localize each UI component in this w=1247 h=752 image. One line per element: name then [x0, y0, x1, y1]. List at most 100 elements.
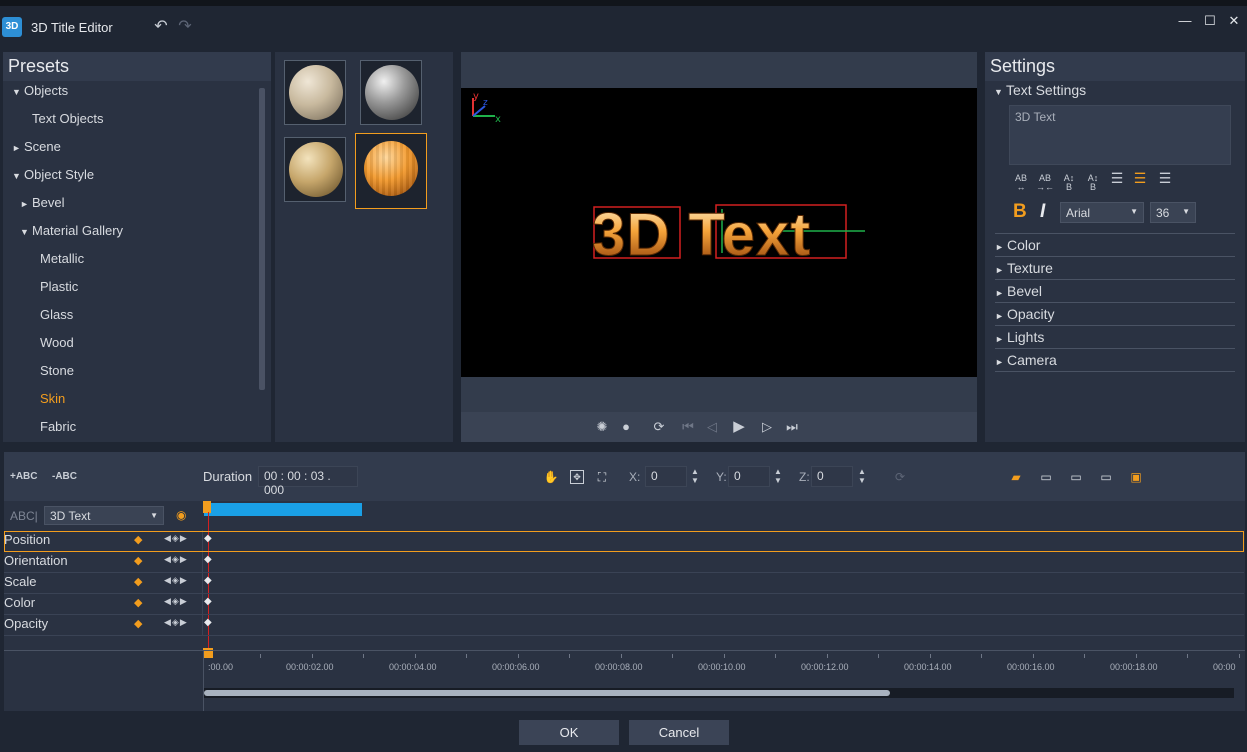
preset-item-object-style[interactable]: ▼ Object Style	[12, 167, 94, 182]
minimize-button[interactable]: —	[1176, 12, 1194, 30]
cancel-button[interactable]: Cancel	[629, 720, 729, 745]
view-front-icon[interactable]: ▰	[1008, 469, 1024, 485]
view-side-icon[interactable]: ▭	[1068, 469, 1084, 485]
object-dropdown[interactable]: 3D Text ▼	[44, 506, 164, 525]
playhead-top[interactable]	[203, 501, 211, 513]
axis-z-label: z	[483, 98, 488, 108]
section-camera[interactable]: ► Camera	[995, 349, 1235, 372]
bold-button[interactable]: B	[1013, 201, 1027, 223]
text-settings-label: Text Settings	[1006, 82, 1087, 98]
ok-button[interactable]: OK	[519, 720, 619, 745]
add-keyframe-icon[interactable]: ◆	[134, 554, 142, 567]
preset-item-bevel[interactable]: ► Bevel	[20, 195, 65, 210]
duration-field[interactable]: 00 : 00 : 03 . 000	[258, 466, 358, 497]
material-thumb-3[interactable]	[284, 137, 346, 202]
remove-text-button[interactable]: -ABC	[52, 471, 77, 482]
go-to-end-icon[interactable]: ⏭	[784, 419, 800, 435]
move-icon[interactable]: ✥	[570, 470, 584, 484]
preset-item-fabric[interactable]: Fabric	[40, 419, 76, 434]
font-dropdown[interactable]: Arial ▼	[1060, 202, 1144, 223]
align-right-icon[interactable]: ☰	[1156, 171, 1174, 185]
kerning-narrow-icon[interactable]: AB →←	[1036, 174, 1054, 192]
clip-bar[interactable]	[204, 503, 362, 516]
visibility-eye-icon[interactable]: ◉	[176, 508, 186, 522]
keyframe-nav-icon[interactable]: ◀◈▶	[164, 575, 188, 586]
presets-scrollbar[interactable]	[259, 88, 265, 390]
keyframe-marker[interactable]: ◆	[204, 617, 212, 628]
add-keyframe-icon[interactable]: ◆	[134, 596, 142, 609]
line-spacing-wide-icon[interactable]: A↕ B	[1060, 174, 1078, 192]
align-left-icon[interactable]: ☰	[1108, 171, 1126, 185]
section-lights[interactable]: ► Lights	[995, 326, 1235, 349]
track-opacity[interactable]: Opacity ◆ ◀◈▶ ◆	[4, 614, 1244, 636]
reset-icon[interactable]: ⟳	[892, 469, 908, 485]
keyframe-nav-icon[interactable]: ◀◈▶	[164, 596, 188, 607]
add-keyframe-icon[interactable]: ◆	[134, 575, 142, 588]
material-thumb-2[interactable]	[360, 60, 422, 125]
play-icon[interactable]: ▶	[731, 419, 747, 435]
text-settings-expander[interactable]: ▼ Text Settings	[994, 82, 1086, 98]
ruler-tick	[466, 654, 467, 658]
previous-frame-icon[interactable]: ◁	[704, 419, 720, 435]
z-field[interactable]: 0	[811, 466, 853, 487]
track-scale[interactable]: Scale ◆ ◀◈▶ ◆	[4, 572, 1244, 594]
app-icon: 3D	[2, 17, 22, 37]
view-perspective-icon[interactable]: ▭	[1098, 469, 1114, 485]
preview-3d-text[interactable]: 3D Text	[592, 201, 811, 269]
preset-item-plastic[interactable]: Plastic	[40, 279, 78, 294]
preset-item-skin[interactable]: Skin	[40, 391, 65, 406]
view-top-icon[interactable]: ▭	[1038, 469, 1054, 485]
italic-button[interactable]: I	[1040, 201, 1045, 223]
close-button[interactable]: ✕	[1225, 12, 1243, 30]
section-bevel[interactable]: ► Bevel	[995, 280, 1235, 303]
preset-item-text-objects[interactable]: Text Objects	[32, 111, 104, 126]
next-frame-icon[interactable]: ▷	[759, 419, 775, 435]
x-field[interactable]: 0	[645, 466, 687, 487]
sphere-icon[interactable]: ●	[618, 419, 634, 435]
maximize-button[interactable]: ☐	[1201, 12, 1219, 30]
size-dropdown[interactable]: 36 ▼	[1150, 202, 1196, 223]
y-spinner[interactable]: ▲ ▼	[774, 467, 782, 485]
line-spacing-narrow-icon[interactable]: A↕ B	[1084, 174, 1102, 192]
add-keyframe-icon[interactable]: ◆	[134, 617, 142, 630]
view-camera-icon[interactable]: ▣	[1128, 469, 1144, 485]
redo-icon[interactable]: ↷	[176, 18, 194, 36]
x-spinner[interactable]: ▲ ▼	[691, 467, 699, 485]
preset-item-metallic[interactable]: Metallic	[40, 251, 84, 266]
keyframe-marker[interactable]: ◆	[204, 596, 212, 607]
keyframe-marker[interactable]: ◆	[204, 554, 212, 565]
preset-item-glass[interactable]: Glass	[40, 307, 73, 322]
preset-item-wood[interactable]: Wood	[40, 335, 74, 350]
preview-canvas[interactable]: y x z 3D Text	[461, 88, 977, 377]
section-texture[interactable]: ► Texture	[995, 257, 1235, 280]
add-text-button[interactable]: +ABC	[10, 471, 38, 482]
section-label: Opacity	[1007, 306, 1055, 322]
track-orientation[interactable]: Orientation ◆ ◀◈▶ ◆	[4, 551, 1244, 573]
section-color[interactable]: ► Color	[995, 234, 1235, 257]
ruler-tick	[569, 654, 570, 658]
track-color[interactable]: Color ◆ ◀◈▶ ◆	[4, 593, 1244, 615]
preset-item-material-gallery[interactable]: ▼ Material Gallery	[20, 223, 123, 238]
loop-icon[interactable]: ⟳	[651, 419, 667, 435]
light-icon[interactable]: ✺	[594, 419, 610, 435]
preset-item-objects[interactable]: ▼ Objects	[12, 83, 68, 98]
section-opacity[interactable]: ► Opacity	[995, 303, 1235, 326]
undo-icon[interactable]: ↶	[152, 18, 170, 36]
keyframe-nav-icon[interactable]: ◀◈▶	[164, 554, 188, 565]
keyframe-nav-icon[interactable]: ◀◈▶	[164, 617, 188, 628]
go-to-start-icon[interactable]: ⏮	[680, 419, 696, 435]
hand-icon[interactable]: ✋	[543, 469, 559, 485]
text-input[interactable]: 3D Text	[1009, 105, 1231, 165]
fit-icon[interactable]: ⛶	[594, 469, 610, 485]
z-spinner[interactable]: ▲ ▼	[858, 467, 866, 485]
material-thumb-1[interactable]	[284, 60, 346, 125]
align-center-icon[interactable]: ☰	[1131, 171, 1149, 185]
keyframe-marker[interactable]: ◆	[204, 575, 212, 586]
y-field[interactable]: 0	[728, 466, 770, 487]
section-label: Camera	[1007, 352, 1057, 368]
preset-item-stone[interactable]: Stone	[40, 363, 74, 378]
kerning-wide-icon[interactable]: AB ↔	[1012, 174, 1030, 192]
timeline-scroll-thumb[interactable]	[204, 690, 890, 696]
preset-item-scene[interactable]: ► Scene	[12, 139, 61, 154]
material-thumb-4-selected[interactable]	[355, 133, 427, 209]
